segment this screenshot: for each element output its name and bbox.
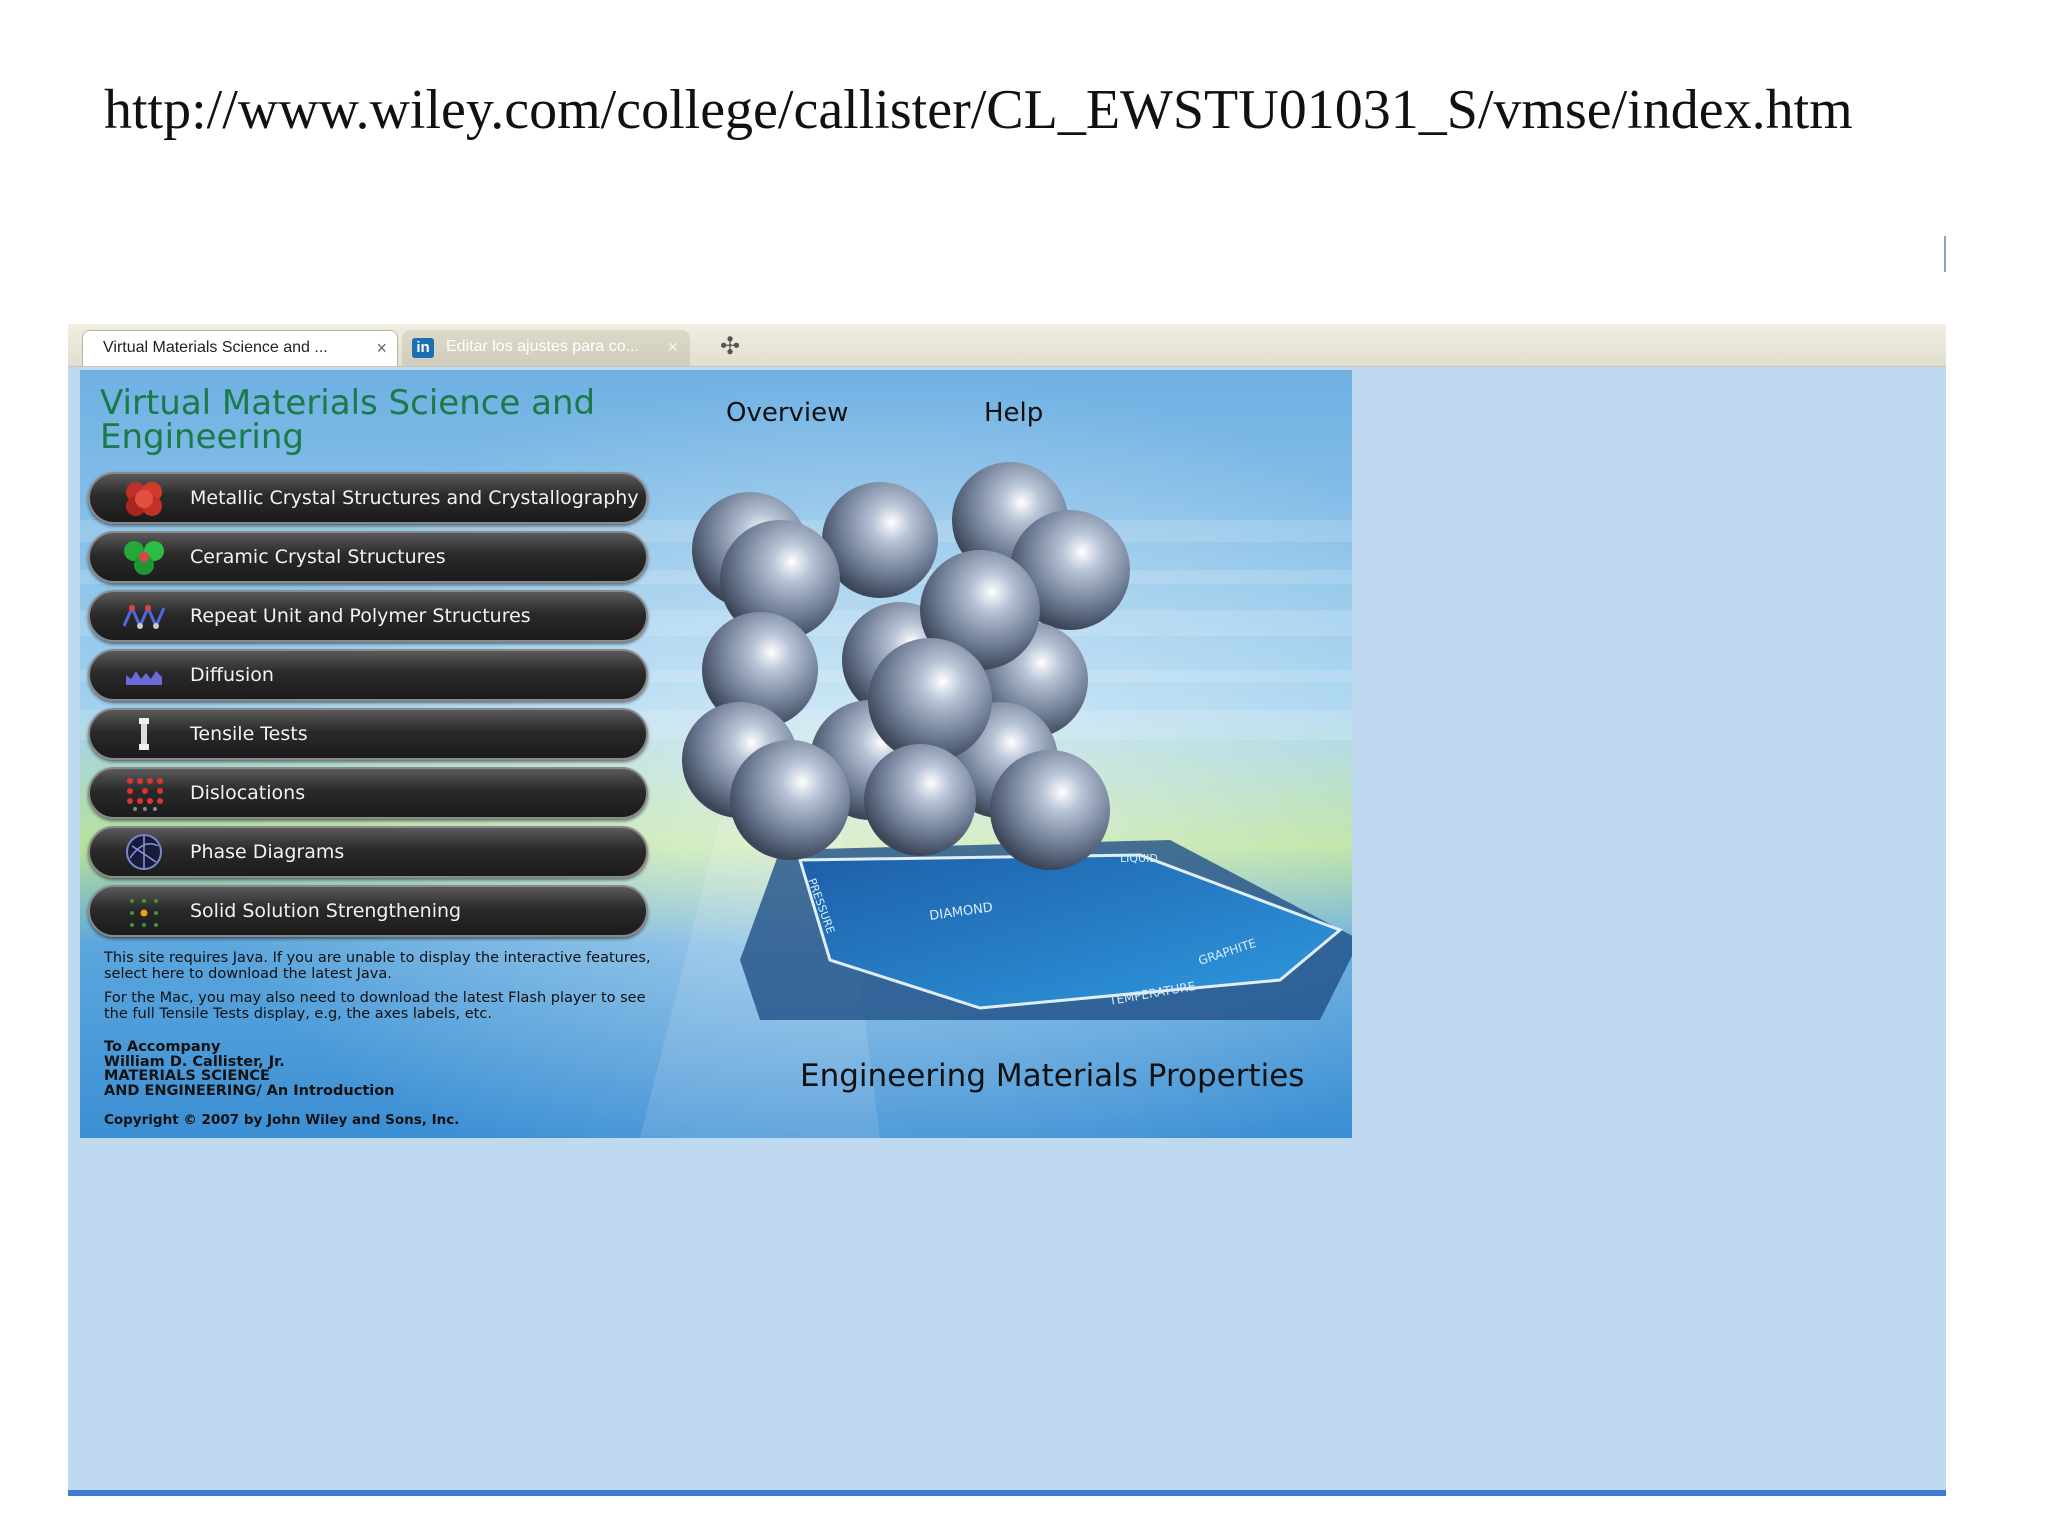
solid-solution-icon [130,899,158,927]
copyright-text: Copyright © 2007 by John Wiley and Sons,… [104,1112,460,1128]
app-title: Virtual Materials Science and Engineerin… [100,383,596,457]
menu-label: Metallic Crystal Structures and Crystall… [190,487,639,509]
credit-line: William D. Callister, Jr. [104,1053,285,1070]
menu-dislocations[interactable]: Dislocations [88,767,648,819]
close-icon[interactable]: × [376,331,387,365]
menu-ceramic-crystal-structures[interactable]: Ceramic Crystal Structures [88,531,648,583]
credit-line: MATERIALS SCIENCE [104,1068,270,1084]
menu-label: Phase Diagrams [190,841,345,863]
flash-note[interactable]: For the Mac, you may also need to downlo… [104,990,664,1022]
menu-label: Tensile Tests [190,723,308,745]
overview-link[interactable]: Overview [726,398,848,428]
menu-label: Diffusion [190,664,274,686]
tab-label: Virtual Materials Science and ... [103,339,328,356]
metal-spheres-icon [126,482,162,516]
crystal-structure-illustration: DIAMOND GRAPHITE LIQUID TEMPERATURE PRES… [682,462,1352,1020]
credit-line: To Accompany [104,1039,221,1055]
module-menu: Metallic Crystal Structures and Crystall… [88,472,648,944]
menu-phase-diagrams[interactable]: Phase Diagrams [88,826,648,878]
java-note[interactable]: This site requires Java. If you are unab… [104,950,664,982]
new-tab-icon[interactable]: ✣ [720,332,740,361]
tab-vmse[interactable]: Virtual Materials Science and ... × [82,330,398,366]
tensile-specimen-icon [139,718,149,750]
polymer-chain-icon [122,604,166,630]
edge-marker [1944,236,1946,272]
tab-label: Editar los ajustes para co... [446,338,639,355]
diagram-label-liquid: LIQUID [1120,852,1158,865]
tab-linkedin[interactable]: in Editar los ajustes para co... × [402,330,690,366]
menu-label: Solid Solution Strengthening [190,900,462,922]
tab-bar: Virtual Materials Science and ... × in E… [68,324,1946,367]
credit-line: AND ENGINEERING/ An Introduction [104,1082,395,1099]
menu-label: Dislocations [190,782,306,804]
menu-diffusion[interactable]: Diffusion [88,649,648,701]
phase-diagram-icon [126,834,162,870]
vmse-flash-content: Virtual Materials Science and Engineerin… [80,370,1352,1138]
dislocation-lattice-icon [127,778,163,811]
menu-tensile-tests[interactable]: Tensile Tests [88,708,648,760]
help-link[interactable]: Help [984,398,1043,428]
slide-url-heading: http://www.wiley.com/college/callister/C… [104,79,1853,141]
diffusion-icon [126,671,162,685]
requirements-notes: This site requires Java. If you are unab… [104,950,664,1030]
menu-solid-solution-strengthening[interactable]: Solid Solution Strengthening [88,885,648,937]
subtitle-engineering-materials: Engineering Materials Properties [800,1058,1305,1094]
menu-polymer-structures[interactable]: Repeat Unit and Polymer Structures [88,590,648,642]
menu-metallic-crystal-structures[interactable]: Metallic Crystal Structures and Crystall… [88,472,648,524]
menu-label: Repeat Unit and Polymer Structures [190,605,531,627]
menu-label: Ceramic Crystal Structures [190,546,446,568]
close-icon[interactable]: × [667,330,678,364]
ceramic-spheres-icon [124,541,164,575]
bottom-accent-bar [68,1490,1946,1496]
linkedin-icon: in [412,338,434,358]
textbook-credit: To Accompany William D. Callister, Jr. M… [104,1040,504,1098]
browser-window: Virtual Materials Science and ... × in E… [68,324,1946,1496]
atom-spheres [682,462,1130,870]
